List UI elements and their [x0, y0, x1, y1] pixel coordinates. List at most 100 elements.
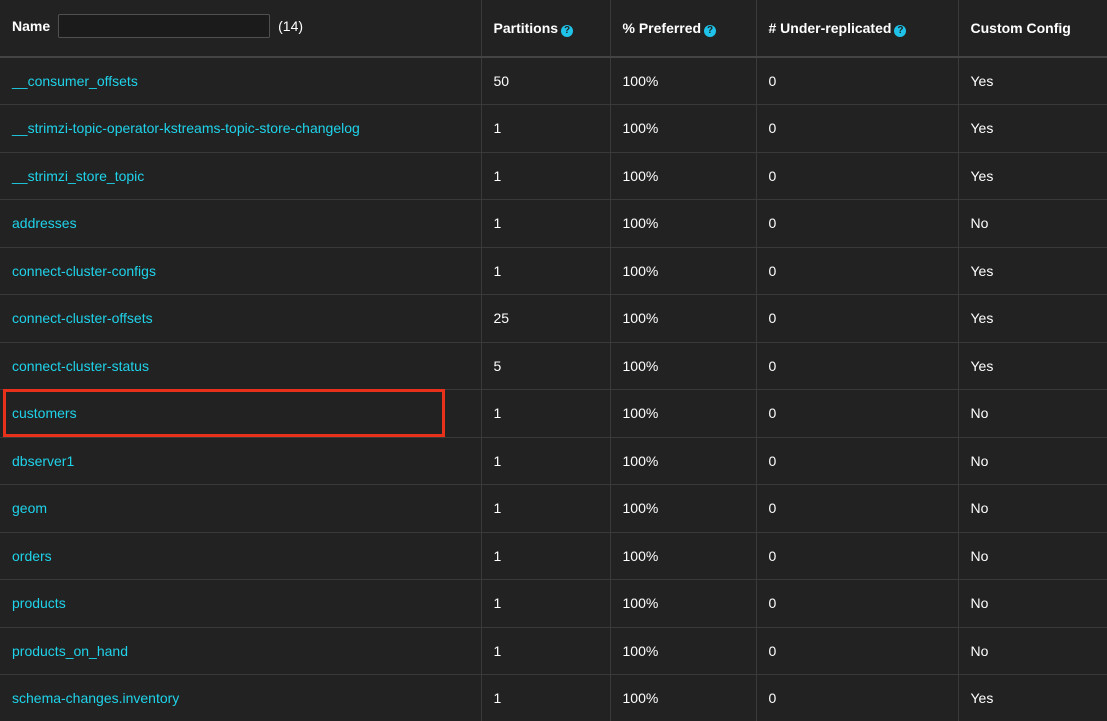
table-body: __consumer_offsets 50 100% 0 Yes __strim…: [0, 57, 1107, 721]
under-replicated-cell: 0: [756, 104, 959, 153]
under-replicated-column-label[interactable]: # Under-replicated: [769, 20, 892, 36]
custom-config-cell: Yes: [958, 57, 1107, 105]
custom-config-column-label[interactable]: Custom Config: [971, 20, 1071, 36]
topic-name-link[interactable]: products_on_hand: [12, 643, 128, 659]
topic-name-cell: orders: [0, 532, 482, 580]
topic-count: (14): [278, 18, 304, 34]
custom-config-cell: Yes: [958, 674, 1107, 721]
preferred-cell: 100%: [610, 294, 757, 343]
topic-name-cell: schema-changes.inventory: [0, 674, 482, 721]
topic-name-link[interactable]: connect-cluster-offsets: [12, 310, 153, 326]
partitions-cell: 5: [481, 342, 611, 390]
topic-name-link[interactable]: connect-cluster-configs: [12, 263, 156, 279]
table-row: connect-cluster-status 5 100% 0 Yes: [0, 342, 1107, 390]
help-icon[interactable]: ?: [561, 24, 574, 37]
table-header: Name (14) Partitions? % Preferred? # Und…: [0, 0, 1107, 58]
topic-name-cell: connect-cluster-offsets: [0, 294, 482, 343]
topic-name-cell: connect-cluster-configs: [0, 247, 482, 295]
topic-name-link[interactable]: products: [12, 595, 66, 611]
topic-name-link[interactable]: geom: [12, 500, 47, 516]
topics-view: Name (14) Partitions? % Preferred? # Und…: [0, 0, 1107, 721]
topic-name-cell: products: [0, 579, 482, 628]
under-replicated-cell: 0: [756, 152, 959, 200]
name-column-header[interactable]: Name (14): [0, 0, 482, 58]
topic-name-link[interactable]: customers: [12, 405, 77, 421]
custom-config-cell: No: [958, 199, 1107, 248]
topic-name-cell: customers: [0, 389, 482, 438]
partitions-cell: 25: [481, 294, 611, 343]
under-replicated-cell: 0: [756, 579, 959, 628]
under-replicated-cell: 0: [756, 199, 959, 248]
under-replicated-column-header[interactable]: # Under-replicated?: [756, 0, 959, 58]
topic-name-cell: __consumer_offsets: [0, 57, 482, 105]
custom-config-cell: Yes: [958, 342, 1107, 390]
help-icon[interactable]: ?: [894, 24, 907, 37]
topic-name-link[interactable]: connect-cluster-status: [12, 358, 149, 374]
preferred-cell: 100%: [610, 437, 757, 485]
preferred-cell: 100%: [610, 674, 757, 721]
preferred-cell: 100%: [610, 627, 757, 675]
preferred-column-label[interactable]: % Preferred: [623, 20, 702, 36]
table-row: orders 1 100% 0 No: [0, 532, 1107, 580]
under-replicated-cell: 0: [756, 484, 959, 533]
table-row: dbserver1 1 100% 0 No: [0, 437, 1107, 485]
custom-config-cell: Yes: [958, 104, 1107, 153]
under-replicated-cell: 0: [756, 532, 959, 580]
custom-config-cell: Yes: [958, 247, 1107, 295]
under-replicated-cell: 0: [756, 627, 959, 675]
topic-name-cell: connect-cluster-status: [0, 342, 482, 390]
custom-config-cell: No: [958, 627, 1107, 675]
topic-name-link[interactable]: __strimzi_store_topic: [12, 168, 144, 184]
table-row: connect-cluster-offsets 25 100% 0 Yes: [0, 294, 1107, 343]
topic-name-link[interactable]: orders: [12, 548, 52, 564]
partitions-column-header[interactable]: Partitions?: [481, 0, 611, 58]
under-replicated-cell: 0: [756, 437, 959, 485]
help-icon[interactable]: ?: [704, 24, 717, 37]
preferred-cell: 100%: [610, 532, 757, 580]
preferred-cell: 100%: [610, 199, 757, 248]
preferred-cell: 100%: [610, 57, 757, 105]
partitions-cell: 1: [481, 579, 611, 628]
table-row: geom 1 100% 0 No: [0, 484, 1107, 533]
partitions-cell: 1: [481, 152, 611, 200]
custom-config-cell: No: [958, 579, 1107, 628]
table-row: __strimzi_store_topic 1 100% 0 Yes: [0, 152, 1107, 200]
table-row: __consumer_offsets 50 100% 0 Yes: [0, 57, 1107, 105]
preferred-column-header[interactable]: % Preferred?: [610, 0, 757, 58]
topic-name-link[interactable]: __strimzi-topic-operator-kstreams-topic-…: [12, 120, 360, 136]
name-column-label[interactable]: Name: [12, 18, 50, 34]
custom-config-cell: No: [958, 484, 1107, 533]
partitions-cell: 1: [481, 437, 611, 485]
preferred-cell: 100%: [610, 579, 757, 628]
table-row: products_on_hand 1 100% 0 No: [0, 627, 1107, 675]
under-replicated-cell: 0: [756, 294, 959, 343]
name-header-content: Name (14): [12, 14, 469, 38]
topic-name-cell: products_on_hand: [0, 627, 482, 675]
partitions-cell: 1: [481, 674, 611, 721]
topic-name-link[interactable]: __consumer_offsets: [12, 73, 138, 89]
partitions-cell: 1: [481, 247, 611, 295]
topic-name-cell: __strimzi-topic-operator-kstreams-topic-…: [0, 104, 482, 153]
partitions-cell: 1: [481, 104, 611, 153]
preferred-cell: 100%: [610, 484, 757, 533]
table-row: customers 1 100% 0 No: [0, 389, 1107, 438]
table-row: schema-changes.inventory 1 100% 0 Yes: [0, 674, 1107, 721]
under-replicated-cell: 0: [756, 57, 959, 105]
table-row: products 1 100% 0 No: [0, 579, 1107, 628]
partitions-cell: 1: [481, 199, 611, 248]
table-row: __strimzi-topic-operator-kstreams-topic-…: [0, 104, 1107, 153]
topic-filter-input[interactable]: [58, 14, 271, 38]
custom-config-column-header[interactable]: Custom Config: [958, 0, 1107, 58]
under-replicated-cell: 0: [756, 247, 959, 295]
preferred-cell: 100%: [610, 342, 757, 390]
preferred-cell: 100%: [610, 247, 757, 295]
topic-name-link[interactable]: schema-changes.inventory: [12, 690, 179, 706]
topic-name-link[interactable]: dbserver1: [12, 453, 74, 469]
preferred-cell: 100%: [610, 104, 757, 153]
under-replicated-cell: 0: [756, 674, 959, 721]
topic-name-link[interactable]: addresses: [12, 215, 77, 231]
topic-name-cell: geom: [0, 484, 482, 533]
preferred-cell: 100%: [610, 389, 757, 438]
partitions-column-label[interactable]: Partitions: [494, 20, 559, 36]
custom-config-cell: No: [958, 437, 1107, 485]
